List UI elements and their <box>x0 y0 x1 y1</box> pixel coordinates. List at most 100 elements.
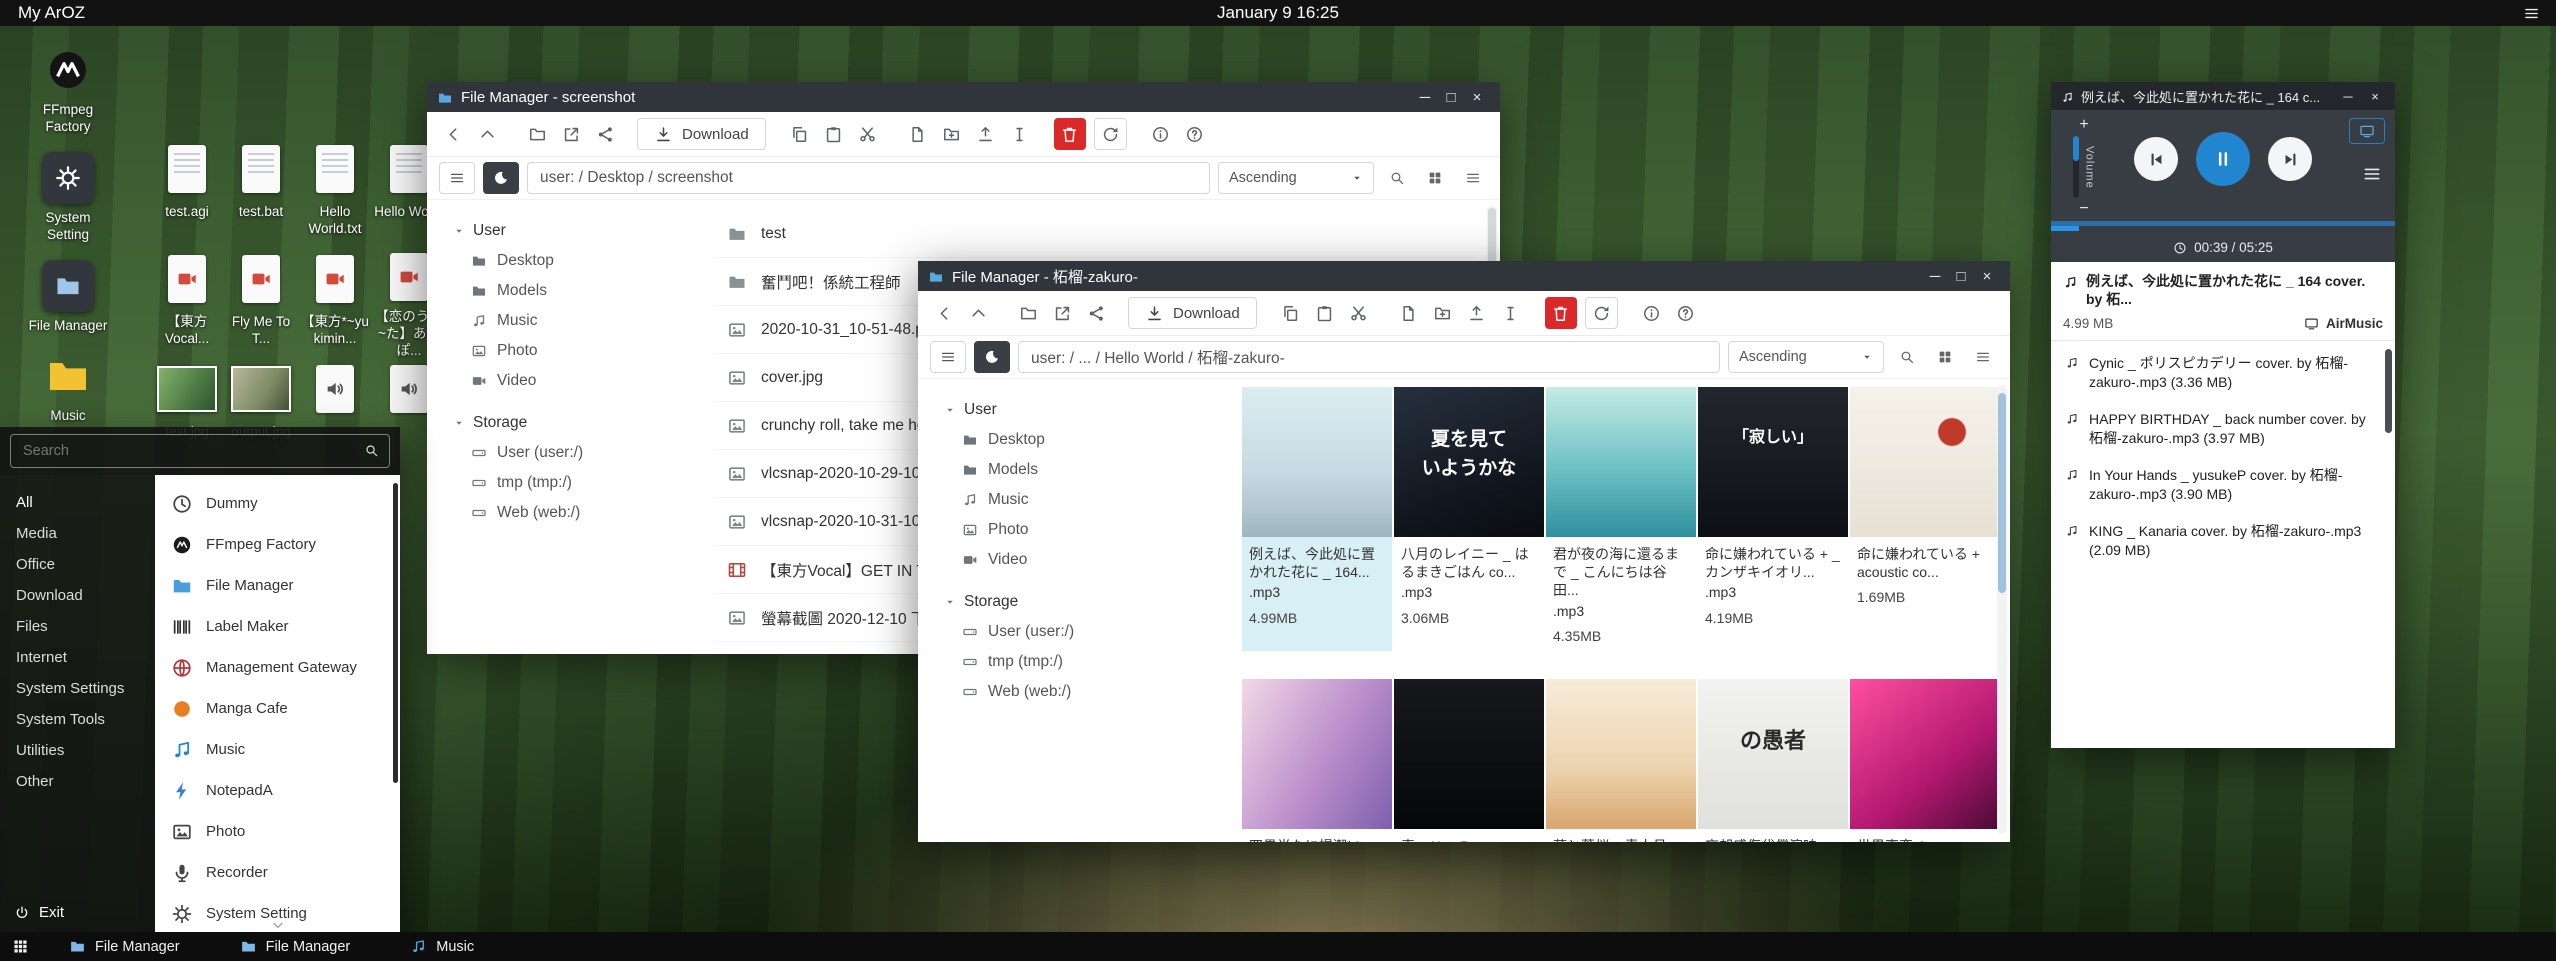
sidebar-item-desktop[interactable]: Desktop <box>453 246 705 276</box>
app-item-music[interactable]: Music <box>155 729 400 770</box>
file-thumbnail-item[interactable]: 命に嫌われている + acoustic co...1.69MB <box>1850 387 2000 651</box>
desktop-file-test-bat[interactable]: test.bat <box>224 140 298 250</box>
sidebar-item-user-user[interactable]: User (user:/) <box>944 617 1196 647</box>
upload-button[interactable] <box>970 118 1002 150</box>
category-utilities[interactable]: Utilities <box>0 735 155 766</box>
file-thumbnail-item[interactable]: 表 _ HamP cover... <box>1394 679 1544 842</box>
copy-button[interactable] <box>784 118 816 150</box>
close-button[interactable]: × <box>1974 268 2000 285</box>
app-item-ffmpeg-factory[interactable]: FFmpeg Factory <box>155 524 400 565</box>
grid-view-button[interactable] <box>1930 342 1960 372</box>
desktop-file-test-agi[interactable]: test.agi <box>150 140 224 250</box>
category-system-settings[interactable]: System Settings <box>0 673 155 704</box>
list-view-toggle-button[interactable] <box>930 341 966 373</box>
desktop-shortcut-ffmpeg-factory[interactable]: FFmpeg Factory <box>14 44 122 136</box>
delete-button[interactable] <box>1545 297 1577 329</box>
sidebar-item-tmp-tmp[interactable]: tmp (tmp:/) <box>453 468 705 498</box>
file-thumbnail-item[interactable]: の愚者忘却感傷代償演映... <box>1698 679 1848 842</box>
topbar-menu-icon[interactable] <box>2523 3 2540 23</box>
file-thumbnail-item[interactable]: 例えば、今此処に置かれた花に _ 164....mp34.99MB <box>1242 387 1392 651</box>
share-button[interactable] <box>1080 297 1112 329</box>
sidebar-item-music[interactable]: Music <box>453 306 705 336</box>
minimize-button[interactable]: ─ <box>1412 89 1438 106</box>
path-input[interactable]: user: / ... / Hello World / 柘榴-zakuro- <box>1018 341 1720 373</box>
info-button[interactable] <box>1145 118 1177 150</box>
sidebar-item-video[interactable]: Video <box>453 366 705 396</box>
sort-dropdown[interactable]: Ascending <box>1728 341 1884 373</box>
delete-button[interactable] <box>1054 118 1086 150</box>
help-button[interactable] <box>1670 297 1702 329</box>
paste-button[interactable] <box>1309 297 1341 329</box>
category-all[interactable]: All <box>0 487 155 518</box>
minimize-button[interactable]: ─ <box>2338 89 2358 104</box>
download-button[interactable]: Download <box>1128 297 1257 329</box>
sidebar-item-web-web[interactable]: Web (web:/) <box>453 498 705 528</box>
file-thumbnail-item[interactable]: 四畳半たに提潔い... <box>1242 679 1392 842</box>
close-button[interactable]: × <box>2365 89 2385 104</box>
maximize-button[interactable]: □ <box>1948 268 1974 285</box>
chevron-down-icon[interactable] <box>155 917 400 933</box>
sidebar-item-tmp-tmp[interactable]: tmp (tmp:/) <box>944 647 1196 677</box>
back-button[interactable] <box>437 118 469 150</box>
app-item-label-maker[interactable]: Label Maker <box>155 606 400 647</box>
app-item-file-manager[interactable]: File Manager <box>155 565 400 606</box>
open-in-new-button[interactable] <box>1046 297 1078 329</box>
desktop-file-hello-world-txt[interactable]: Hello World.txt <box>298 140 372 250</box>
category-other[interactable]: Other <box>0 766 155 797</box>
close-button[interactable]: × <box>1464 89 1490 106</box>
volume-slider[interactable] <box>2073 136 2079 198</box>
output-device-button[interactable] <box>2349 118 2385 144</box>
desktop-file-vocal[interactable]: 【東方Vocal... <box>150 250 224 360</box>
sidebar-item-desktop[interactable]: Desktop <box>944 425 1196 455</box>
sidebar-item-photo[interactable]: Photo <box>944 515 1196 545</box>
apps-grid-icon[interactable] <box>12 938 29 955</box>
share-button[interactable] <box>589 118 621 150</box>
playlist-item[interactable]: Cynic _ ポリスピカデリー cover. by 柘榴-zakuro-.mp… <box>2051 345 2395 401</box>
list-view-toggle-button[interactable] <box>439 162 475 194</box>
grid-view-button[interactable] <box>1420 163 1450 193</box>
file-thumbnail-item[interactable]: 夏を見て いようかな八月のレイニー _ はるまきごはん co....mp33.0… <box>1394 387 1544 651</box>
new-file-button[interactable] <box>1393 297 1425 329</box>
back-button[interactable] <box>928 297 960 329</box>
dark-mode-toggle-button[interactable] <box>974 341 1010 373</box>
info-button[interactable] <box>1636 297 1668 329</box>
desktop-file-fly-me-to-t[interactable]: Fly Me To T... <box>224 250 298 360</box>
sidebar-section-user[interactable]: User <box>944 395 1196 425</box>
playlist-item[interactable]: KING _ Kanaria cover. by 柘榴-zakuro-.mp3 … <box>2051 513 2395 569</box>
paste-button[interactable] <box>818 118 850 150</box>
taskbar-item-file-manager[interactable]: File Manager <box>226 932 365 961</box>
category-office[interactable]: Office <box>0 549 155 580</box>
playlist-scrollbar-thumb[interactable] <box>2385 349 2392 433</box>
category-internet[interactable]: Internet <box>0 642 155 673</box>
new-file-button[interactable] <box>902 118 934 150</box>
cut-button[interactable] <box>852 118 884 150</box>
dark-mode-toggle-button[interactable] <box>483 162 519 194</box>
sidebar-section-storage[interactable]: Storage <box>453 408 705 438</box>
scrollbar-thumb[interactable] <box>1998 393 2006 593</box>
player-titlebar[interactable]: 例えば、今此処に置かれた花に _ 164 c... ─ × <box>2051 82 2395 110</box>
search-button[interactable] <box>1382 163 1412 193</box>
file-thumbnail-item[interactable]: 菫と葉桜 _ 青大月... <box>1546 679 1696 842</box>
minimize-button[interactable]: ─ <box>1922 268 1948 285</box>
new-folder-button[interactable] <box>936 118 968 150</box>
volume-control[interactable]: + Volume − <box>2063 116 2105 218</box>
app-item-manga-cafe[interactable]: Manga Cafe <box>155 688 400 729</box>
desktop-shortcut-system-setting[interactable]: System Setting <box>14 152 122 244</box>
app-item-management-gateway[interactable]: Management Gateway <box>155 647 400 688</box>
desktop-file-yu-kimin[interactable]: 【東方*~yu kimin... <box>298 250 372 360</box>
app-item-dummy[interactable]: Dummy <box>155 483 400 524</box>
file-row[interactable]: test <box>713 210 1476 258</box>
open-button[interactable] <box>521 118 553 150</box>
app-item-recorder[interactable]: Recorder <box>155 852 400 893</box>
open-in-new-button[interactable] <box>555 118 587 150</box>
sidebar-section-user[interactable]: User <box>453 216 705 246</box>
next-track-button[interactable] <box>2268 137 2312 181</box>
previous-track-button[interactable] <box>2134 137 2178 181</box>
category-files[interactable]: Files <box>0 611 155 642</box>
window-titlebar[interactable]: File Manager - 柘榴-zakuro- ─ □ × <box>918 261 2010 291</box>
category-download[interactable]: Download <box>0 580 155 611</box>
volume-up-label[interactable]: + <box>2079 116 2088 134</box>
help-button[interactable] <box>1179 118 1211 150</box>
search-button[interactable] <box>1892 342 1922 372</box>
app-list-scrollbar-thumb[interactable] <box>393 483 398 783</box>
